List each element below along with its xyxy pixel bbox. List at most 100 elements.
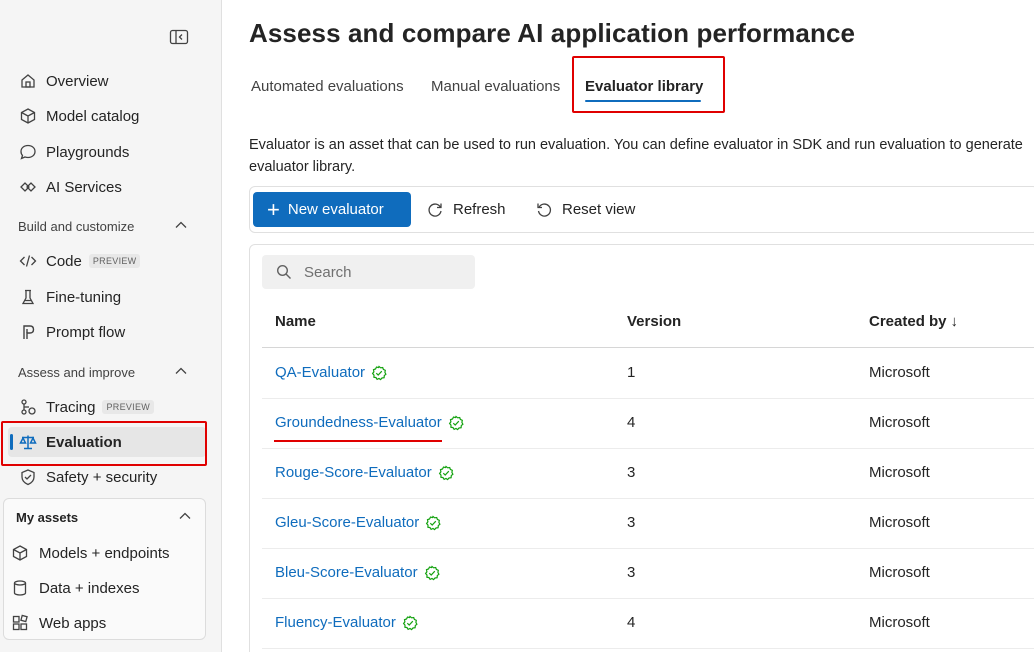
column-header-label: Created by	[869, 313, 947, 330]
verified-check-icon	[424, 565, 440, 580]
table-row[interactable]: Bleu-Score-Evaluator 3 Microsoft	[262, 549, 1034, 599]
verified-check-icon	[371, 365, 387, 380]
section-assess-and-improve[interactable]: Assess and improve	[18, 362, 188, 382]
version-cell: 4	[627, 614, 636, 631]
verified-check-icon	[402, 615, 418, 630]
evaluator-name-link[interactable]: QA-Evaluator	[275, 364, 387, 381]
created-by-cell: Microsoft	[869, 564, 930, 581]
sidebar-item-label: Overview	[46, 72, 109, 90]
search-input[interactable]	[304, 263, 464, 281]
sidebar-item-evaluation[interactable]: Evaluation	[8, 427, 206, 457]
search-box[interactable]	[262, 255, 475, 289]
sidebar-item-label: Data + indexes	[39, 579, 140, 597]
column-header-version[interactable]: Version	[627, 313, 681, 330]
created-by-cell: Microsoft	[869, 614, 930, 631]
home-icon	[18, 71, 38, 91]
sort-descending-icon[interactable]: ↓	[951, 313, 959, 330]
evaluator-name: Rouge-Score-Evaluator	[275, 464, 432, 481]
evaluator-name-link[interactable]: Rouge-Score-Evaluator	[275, 464, 454, 481]
created-by-cell: Microsoft	[869, 364, 930, 381]
description-line: evaluator library.	[249, 159, 356, 175]
collapse-sidebar-icon[interactable]	[168, 27, 190, 47]
sidebar-item-data-indexes[interactable]: Data + indexes	[10, 574, 139, 602]
section-my-assets[interactable]: My assets	[16, 509, 192, 526]
version-cell: 3	[627, 464, 636, 481]
table-row[interactable]: Groundedness-Evaluator 4 Microsoft	[262, 399, 1034, 449]
verified-check-icon	[426, 515, 441, 530]
plus-icon: +	[267, 196, 280, 222]
section-title: Assess and improve	[18, 364, 136, 380]
sidebar-item-playgrounds[interactable]: Playgrounds	[8, 137, 206, 167]
section-build-and-customize[interactable]: Build and customize	[18, 216, 188, 236]
verified-check-icon	[448, 415, 464, 430]
sidebar-item-overview[interactable]: Overview	[8, 66, 206, 96]
sidebar-item-code[interactable]: Code PREVIEW	[8, 246, 206, 276]
evaluator-name-link[interactable]: Bleu-Score-Evaluator	[275, 564, 440, 581]
sidebar-item-web-apps[interactable]: Web apps	[10, 609, 106, 637]
evaluator-name-link[interactable]: Groundedness-Evaluator	[275, 414, 464, 431]
sidebar-item-label: Models + endpoints	[39, 544, 170, 562]
table-row[interactable]: Rouge-Score-Evaluator 3 Microsoft	[262, 449, 1034, 499]
annotation-underline	[274, 440, 442, 442]
column-header-created-by[interactable]: Created by ↓	[869, 313, 958, 330]
code-icon	[18, 251, 38, 271]
sidebar-item-label: Fine-tuning	[46, 288, 122, 306]
evaluator-name: Groundedness-Evaluator	[275, 414, 442, 431]
new-evaluator-button[interactable]: + New evaluator	[253, 192, 411, 227]
tab-automated-evaluations[interactable]: Automated evaluations	[251, 78, 404, 95]
my-assets-panel: My assets Models + endpoints Data + inde…	[3, 498, 206, 640]
preview-badge: PREVIEW	[102, 400, 155, 414]
active-tab-indicator	[585, 100, 701, 102]
shield-icon	[18, 467, 38, 487]
chevron-up-icon[interactable]	[174, 218, 188, 235]
reset-icon	[537, 202, 552, 217]
chevron-up-icon[interactable]	[178, 509, 192, 526]
sidebar-item-ai-services[interactable]: AI Services	[8, 172, 206, 202]
version-cell: 1	[627, 364, 636, 381]
chevron-up-icon[interactable]	[174, 364, 188, 381]
table-row[interactable]: Gleu-Score-Evaluator 3 Microsoft	[262, 499, 1034, 549]
verified-check-icon	[438, 465, 454, 480]
evaluator-name: Gleu-Score-Evaluator	[275, 514, 420, 531]
preview-badge: PREVIEW	[88, 254, 141, 268]
sidebar-item-label: Prompt flow	[46, 323, 126, 341]
tracing-icon	[18, 397, 38, 417]
evaluator-name-link[interactable]: Fluency-Evaluator	[275, 614, 418, 631]
evaluator-name-link[interactable]: Gleu-Score-Evaluator	[275, 514, 441, 531]
page-title: Assess and compare AI application perfor…	[249, 18, 856, 48]
table-row[interactable]: QA-Evaluator 1 Microsoft	[262, 349, 1034, 399]
section-title: Build and customize	[18, 218, 135, 234]
sidebar-item-label: Web apps	[39, 614, 107, 632]
sidebar-item-tracing[interactable]: Tracing PREVIEW	[8, 392, 206, 422]
created-by-cell: Microsoft	[869, 414, 930, 431]
version-cell: 4	[627, 414, 636, 431]
toolbar: + New evaluator Refresh Reset view	[249, 186, 1034, 233]
button-label: Refresh	[453, 201, 506, 218]
database-icon	[10, 578, 30, 598]
ai-services-icon	[18, 177, 38, 197]
created-by-cell: Microsoft	[869, 514, 930, 531]
cube-icon	[18, 106, 38, 126]
reset-view-button[interactable]: Reset view	[535, 192, 635, 227]
sidebar-item-label: Safety + security	[46, 468, 158, 486]
sidebar-item-models-endpoints[interactable]: Models + endpoints	[10, 539, 170, 567]
sidebar-item-label: Code	[46, 252, 82, 270]
sidebar-item-prompt-flow[interactable]: Prompt flow	[8, 317, 206, 347]
sidebar-item-model-catalog[interactable]: Model catalog	[8, 101, 206, 131]
tab-evaluator-library[interactable]: Evaluator library	[585, 78, 703, 95]
sidebar-item-fine-tuning[interactable]: Fine-tuning	[8, 282, 206, 312]
column-header-name[interactable]: Name	[275, 313, 316, 330]
sidebar: Overview Model catalog Playgrounds AI Se…	[0, 0, 222, 652]
sidebar-item-label: AI Services	[46, 178, 122, 196]
apps-grid-icon	[10, 613, 30, 633]
sidebar-item-safety-security[interactable]: Safety + security	[8, 462, 206, 492]
tab-manual-evaluations[interactable]: Manual evaluations	[431, 78, 560, 95]
evaluator-name: QA-Evaluator	[275, 364, 366, 381]
flask-icon	[18, 287, 38, 307]
evaluator-name: Fluency-Evaluator	[275, 614, 396, 631]
table-row[interactable]: Fluency-Evaluator 4 Microsoft	[262, 599, 1034, 649]
section-title: My assets	[16, 510, 79, 525]
refresh-button[interactable]: Refresh	[426, 192, 506, 227]
created-by-cell: Microsoft	[869, 464, 930, 481]
evaluator-name: Bleu-Score-Evaluator	[275, 564, 418, 581]
